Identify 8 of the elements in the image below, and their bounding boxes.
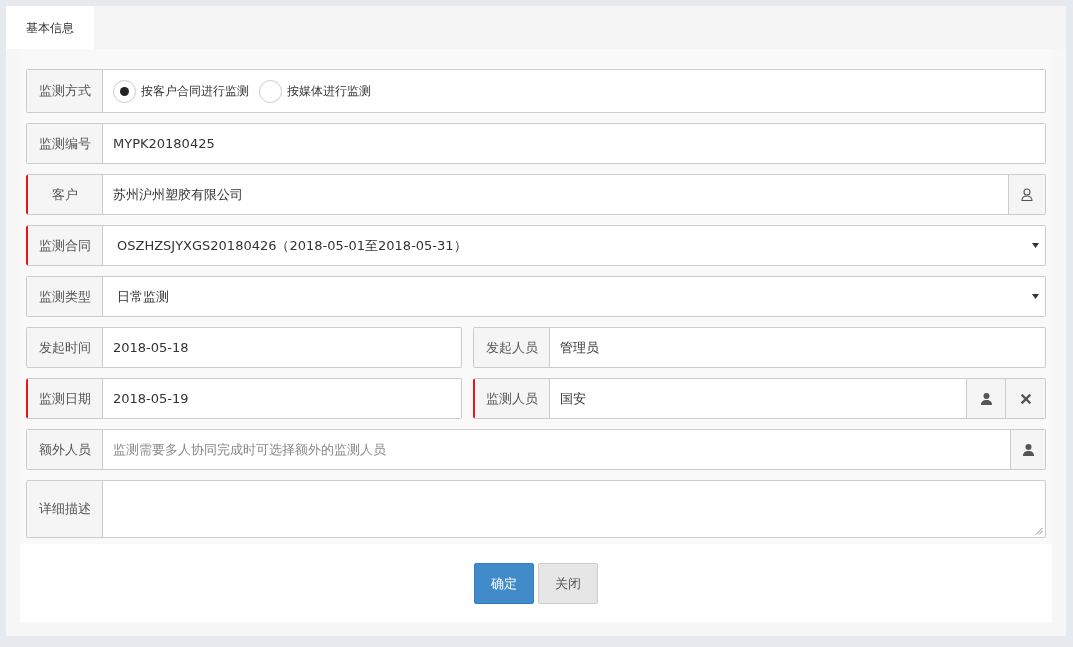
radio-label: 按媒体进行监测: [287, 83, 371, 100]
tab[interactable]: 基本信息: [6, 6, 94, 49]
radio-button[interactable]: [113, 79, 136, 103]
action-button[interactable]: 确定: [474, 563, 534, 604]
field-label: 监测方式: [26, 70, 103, 112]
radio-label: 按客户合同进行监测: [141, 83, 249, 100]
action-button[interactable]: 关闭: [538, 563, 598, 604]
radio-button[interactable]: [259, 79, 282, 103]
